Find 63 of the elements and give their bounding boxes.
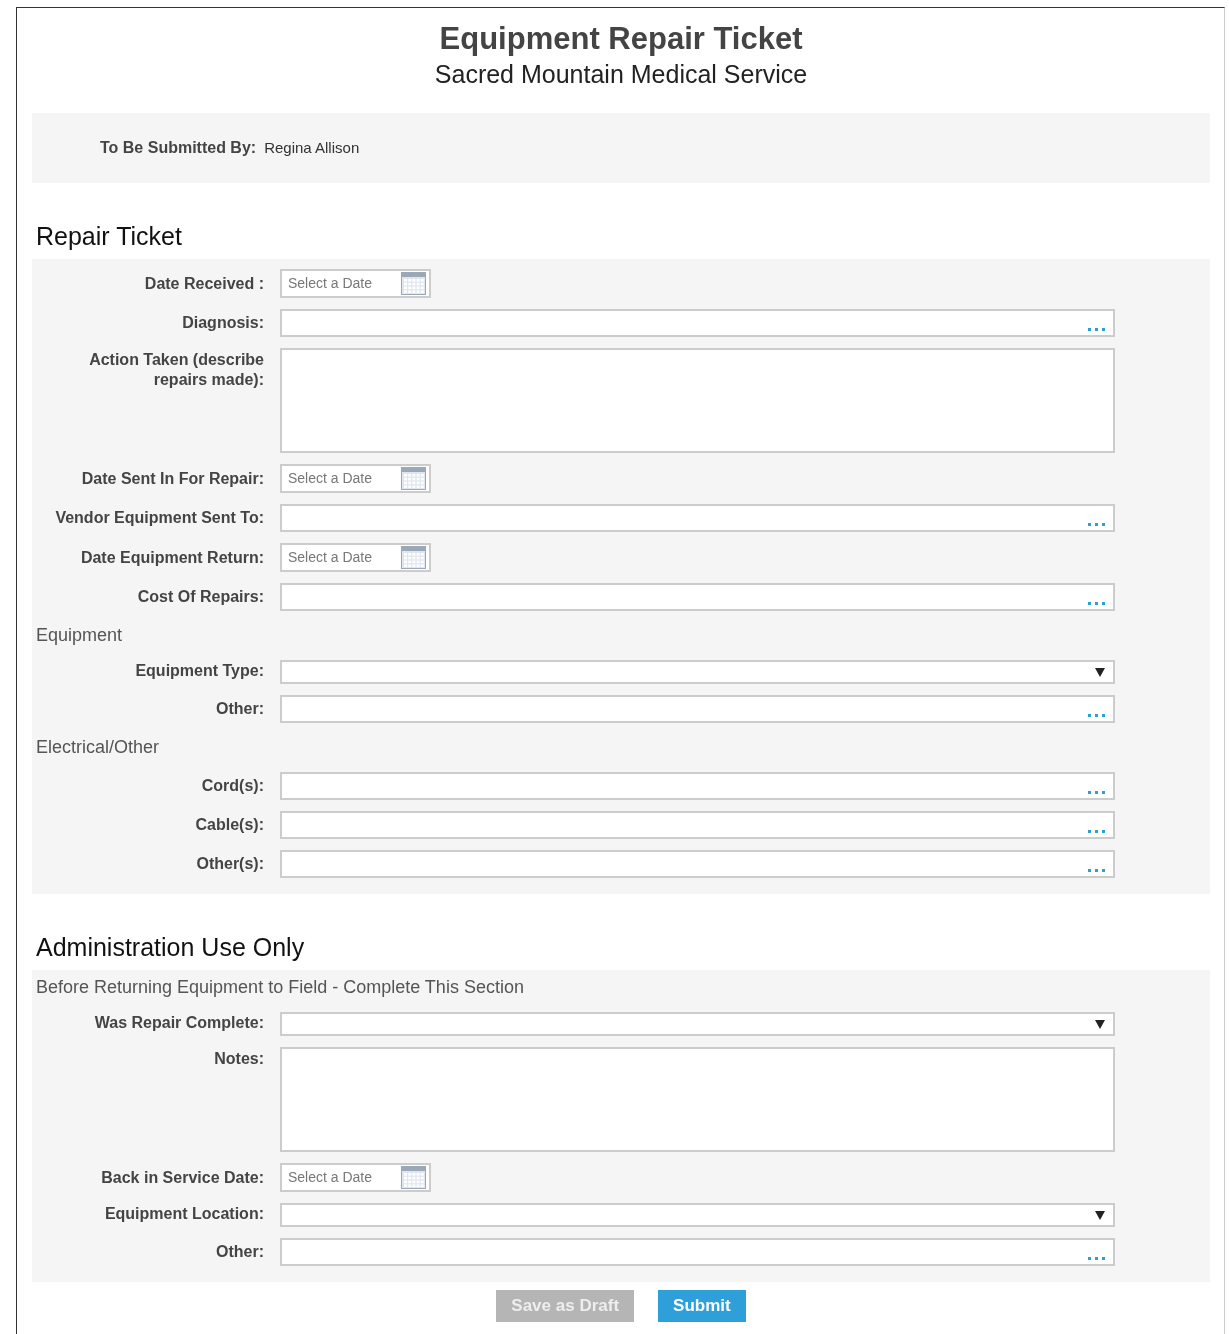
text-field[interactable] [280,309,1115,338]
subsection-label: Before Returning Equipment to Field - Complete This Section [35,976,525,1000]
text-field[interactable] [280,695,1115,724]
submitter-name: Regina Allison [264,137,360,158]
field-label: Cord(s): [200,776,264,797]
dropdown-field[interactable] [280,1012,1115,1037]
field-label: Vendor Equipment Sent To: [54,508,264,529]
date-field[interactable]: Select a Date [280,269,431,299]
field-label: Back in Service Date: [100,1168,264,1189]
field-label: Cable(s): [194,815,264,836]
date-field[interactable]: Select a Date [280,543,431,573]
field-label: Other: [215,1242,264,1263]
caret-icon [1095,1019,1105,1030]
date-placeholder: Select a Date [288,274,373,294]
section-heading: Administration Use Only [35,932,306,964]
text-field[interactable] [280,772,1115,801]
field-label: Notes: [213,1049,264,1070]
field-label: Action Taken (describe repairs made): [88,350,264,391]
ellipsis-icon[interactable] [1088,1257,1105,1261]
field-label: Cost Of Repairs: [136,587,264,608]
text-field[interactable] [280,811,1115,840]
field-label: Was Repair Complete: [93,1013,264,1034]
calendar-icon[interactable] [401,467,426,491]
field-label: To Be Submitted By: [100,138,257,159]
field-label: Date Received : [143,274,264,295]
field-label: Other(s): [195,854,264,875]
dropdown-field[interactable] [280,1203,1115,1228]
ellipsis-icon[interactable] [1088,328,1105,332]
text-field[interactable] [280,1238,1115,1267]
form-subtitle: Sacred Mountain Medical Service [433,59,809,90]
ellipsis-icon[interactable] [1088,714,1105,718]
calendar-icon[interactable] [401,546,426,570]
field-label: Date Sent In For Repair: [80,469,264,490]
subsection-label: Equipment [35,624,124,648]
text-field[interactable] [280,583,1115,612]
submit-button[interactable]: Submit [658,1290,746,1322]
ellipsis-icon[interactable] [1088,602,1105,606]
text-field[interactable] [280,504,1115,533]
ellipsis-icon[interactable] [1088,791,1105,795]
field-label: Equipment Location: [103,1204,264,1225]
field-label: Diagnosis: [181,313,264,334]
text-area[interactable] [280,348,1115,454]
caret-icon [1095,667,1105,678]
text-area[interactable] [280,1047,1115,1153]
date-placeholder: Select a Date [288,1168,373,1188]
field-label: Equipment Type: [134,661,264,682]
section-heading: Repair Ticket [35,221,183,253]
date-placeholder: Select a Date [288,548,373,568]
subsection-label: Electrical/Other [35,736,161,760]
ellipsis-icon[interactable] [1088,830,1105,834]
field-label: Other: [215,699,264,720]
caret-icon [1095,1210,1105,1221]
date-placeholder: Select a Date [288,469,373,489]
form-title: Equipment Repair Ticket [438,20,804,58]
date-field[interactable]: Select a Date [280,1163,431,1193]
dropdown-field[interactable] [280,660,1115,685]
field-label: Date Equipment Return: [79,548,264,569]
ellipsis-icon[interactable] [1088,869,1105,873]
date-field[interactable]: Select a Date [280,464,431,494]
calendar-icon[interactable] [401,1166,426,1190]
ellipsis-icon[interactable] [1088,523,1105,527]
text-field[interactable] [280,850,1115,879]
calendar-icon[interactable] [401,272,426,296]
